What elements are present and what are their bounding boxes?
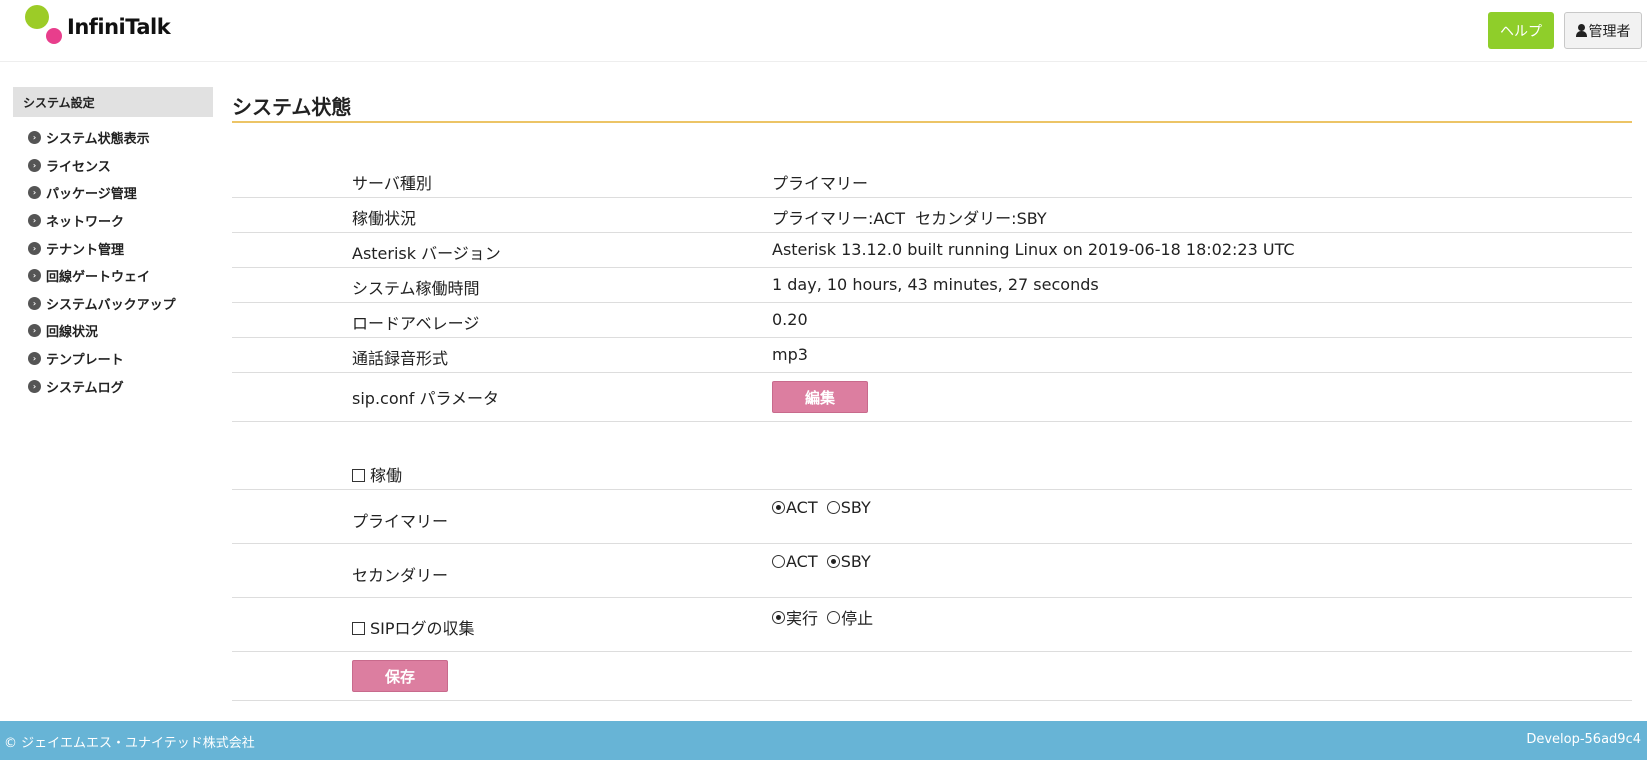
info-row-load-average: ロードアベレージ 0.20 bbox=[232, 303, 1632, 338]
footer: © ジェイエムエス・ユナイテッド株式会社 Develop-56ad9c4 bbox=[0, 721, 1647, 760]
chevron-right-icon: › bbox=[28, 352, 41, 366]
info-row-uptime: システム稼働時間 1 day, 10 hours, 43 minutes, 27… bbox=[232, 268, 1632, 303]
chevron-right-icon: › bbox=[28, 158, 41, 172]
logo-pink-dot bbox=[46, 28, 62, 44]
radio-label: 実行 bbox=[786, 609, 819, 628]
primary-act-radio[interactable] bbox=[772, 501, 785, 514]
radio-label: ACT bbox=[786, 498, 818, 517]
info-row-run-status: 稼働状況 プライマリー:ACT セカンダリー:SBY bbox=[232, 198, 1632, 233]
info-label: 稼働状況 bbox=[352, 209, 417, 228]
radio-label: SBY bbox=[840, 498, 871, 517]
radio-label: ACT bbox=[786, 552, 818, 571]
info-label: Asterisk バージョン bbox=[352, 244, 501, 263]
info-label: 通話録音形式 bbox=[352, 349, 449, 368]
edit-button[interactable]: 編集 bbox=[772, 381, 868, 413]
chevron-right-icon: › bbox=[28, 241, 41, 255]
sip-conf-label: sip.conf パラメータ bbox=[352, 389, 499, 408]
operation-toggle: 稼働 bbox=[352, 462, 402, 486]
sidebar-item-label: 回線ゲートウェイ bbox=[46, 270, 151, 286]
user-icon bbox=[1575, 24, 1587, 37]
sidebar-item-package[interactable]: › パッケージ管理 bbox=[13, 179, 213, 207]
copyright-text: © ジェイエムエス・ユナイテッド株式会社 bbox=[4, 736, 255, 751]
page-title: システム状態 bbox=[232, 87, 1632, 123]
sip-log-toggle: SIPログの収集 bbox=[352, 615, 475, 639]
sidebar-item-label: ネットワーク bbox=[46, 215, 125, 231]
header: InfiniTalk ヘルプ 管理者 bbox=[0, 0, 1647, 62]
info-value: プライマリー:ACT セカンダリー:SBY bbox=[772, 209, 1047, 228]
info-label: サーバ種別 bbox=[352, 174, 432, 193]
main-content: システム状態 サーバ種別 プライマリー 稼働状況 プライマリー:ACT セカンダ… bbox=[232, 87, 1632, 701]
logo[interactable]: InfiniTalk bbox=[25, 5, 205, 49]
help-button[interactable]: ヘルプ bbox=[1488, 12, 1554, 49]
sidebar-item-label: システムバックアップ bbox=[46, 297, 176, 313]
secondary-act-radio[interactable] bbox=[772, 555, 785, 568]
save-button[interactable]: 保存 bbox=[352, 660, 448, 692]
sidebar-item-label: 回線状況 bbox=[46, 325, 99, 341]
chevron-right-icon: › bbox=[28, 324, 41, 338]
sidebar-item-template[interactable]: › テンプレート bbox=[13, 345, 213, 373]
operation-checkbox-label: 稼働 bbox=[370, 466, 403, 485]
info-label: システム稼働時間 bbox=[352, 279, 480, 298]
sidebar-item-license[interactable]: › ライセンス bbox=[13, 152, 213, 180]
sidebar-item-backup[interactable]: › システムバックアップ bbox=[13, 290, 213, 318]
logo-green-dot bbox=[25, 5, 49, 29]
sidebar: システム設定 › システム状態表示 › ライセンス › パッケージ管理 › ネットワーク… bbox=[13, 87, 213, 400]
secondary-sby-radio[interactable] bbox=[826, 555, 840, 568]
sip-log-checkbox[interactable] bbox=[352, 622, 365, 635]
radio-label: SBY bbox=[840, 552, 871, 571]
version-text: Develop-56ad9c4 bbox=[1526, 732, 1641, 747]
logo-text: InfiniTalk bbox=[67, 15, 171, 39]
info-label: ロードアベレージ bbox=[352, 314, 480, 333]
sidebar-item-label: テンプレート bbox=[46, 353, 124, 369]
chevron-right-icon: › bbox=[28, 214, 41, 228]
sidebar-item-system-status[interactable]: › システム状態表示 bbox=[13, 124, 213, 152]
sip-log-run-radio[interactable] bbox=[772, 610, 785, 624]
operation-checkbox[interactable] bbox=[352, 469, 365, 482]
sidebar-item-label: システム状態表示 bbox=[46, 132, 150, 148]
sip-log-row: SIPログの収集 実行 停止 bbox=[232, 598, 1632, 652]
admin-label: 管理者 bbox=[1588, 23, 1631, 40]
primary-radio-group: ACT SBY bbox=[772, 498, 875, 518]
chevron-right-icon: › bbox=[28, 131, 41, 145]
sidebar-item-network[interactable]: › ネットワーク bbox=[13, 207, 213, 235]
sidebar-item-label: パッケージ管理 bbox=[46, 187, 137, 203]
chevron-right-icon: › bbox=[28, 379, 41, 393]
sidebar-item-gateway[interactable]: › 回線ゲートウェイ bbox=[13, 262, 213, 290]
info-value: mp3 bbox=[772, 345, 808, 364]
sip-log-label: SIPログの収集 bbox=[370, 619, 475, 638]
operation-row: 稼働 bbox=[232, 422, 1632, 490]
sidebar-menu: › システム状態表示 › ライセンス › パッケージ管理 › ネットワーク › テナント管… bbox=[13, 124, 213, 400]
info-row-recording-format: 通話録音形式 mp3 bbox=[232, 338, 1632, 373]
primary-label: プライマリー bbox=[352, 512, 449, 531]
sidebar-item-label: テナント管理 bbox=[46, 242, 125, 258]
sip-conf-row: sip.conf パラメータ 編集 bbox=[232, 373, 1632, 422]
chevron-right-icon: › bbox=[28, 296, 41, 310]
sip-log-radio-group: 実行 停止 bbox=[772, 605, 877, 629]
secondary-label: セカンダリー bbox=[352, 566, 449, 585]
chevron-right-icon: › bbox=[28, 186, 41, 200]
info-row-asterisk-version: Asterisk バージョン Asterisk 13.12.0 built ru… bbox=[232, 233, 1632, 268]
info-value: プライマリー bbox=[772, 174, 869, 193]
secondary-radio-group: ACT SBY bbox=[772, 552, 875, 572]
chevron-right-icon: › bbox=[28, 269, 41, 283]
info-value: 0.20 bbox=[772, 310, 808, 329]
info-value: 1 day, 10 hours, 43 minutes, 27 seconds bbox=[772, 275, 1099, 294]
sidebar-item-label: システムログ bbox=[46, 380, 124, 396]
sidebar-title: システム設定 bbox=[13, 87, 213, 117]
primary-row: プライマリー ACT SBY bbox=[232, 490, 1632, 544]
sip-log-stop-radio[interactable] bbox=[827, 610, 841, 624]
secondary-row: セカンダリー ACT SBY bbox=[232, 544, 1632, 598]
info-row-server-type: サーバ種別 プライマリー bbox=[232, 162, 1632, 198]
radio-label: 停止 bbox=[841, 609, 874, 628]
admin-button[interactable]: 管理者 bbox=[1564, 12, 1642, 49]
sidebar-item-label: ライセンス bbox=[46, 159, 111, 175]
sidebar-item-system-log[interactable]: › システムログ bbox=[13, 372, 213, 400]
sidebar-item-line-status[interactable]: › 回線状況 bbox=[13, 317, 213, 345]
primary-sby-radio[interactable] bbox=[826, 501, 840, 514]
info-value: Asterisk 13.12.0 built running Linux on … bbox=[772, 240, 1295, 259]
save-row: 保存 bbox=[232, 652, 1632, 701]
sidebar-item-tenant[interactable]: › テナント管理 bbox=[13, 234, 213, 262]
